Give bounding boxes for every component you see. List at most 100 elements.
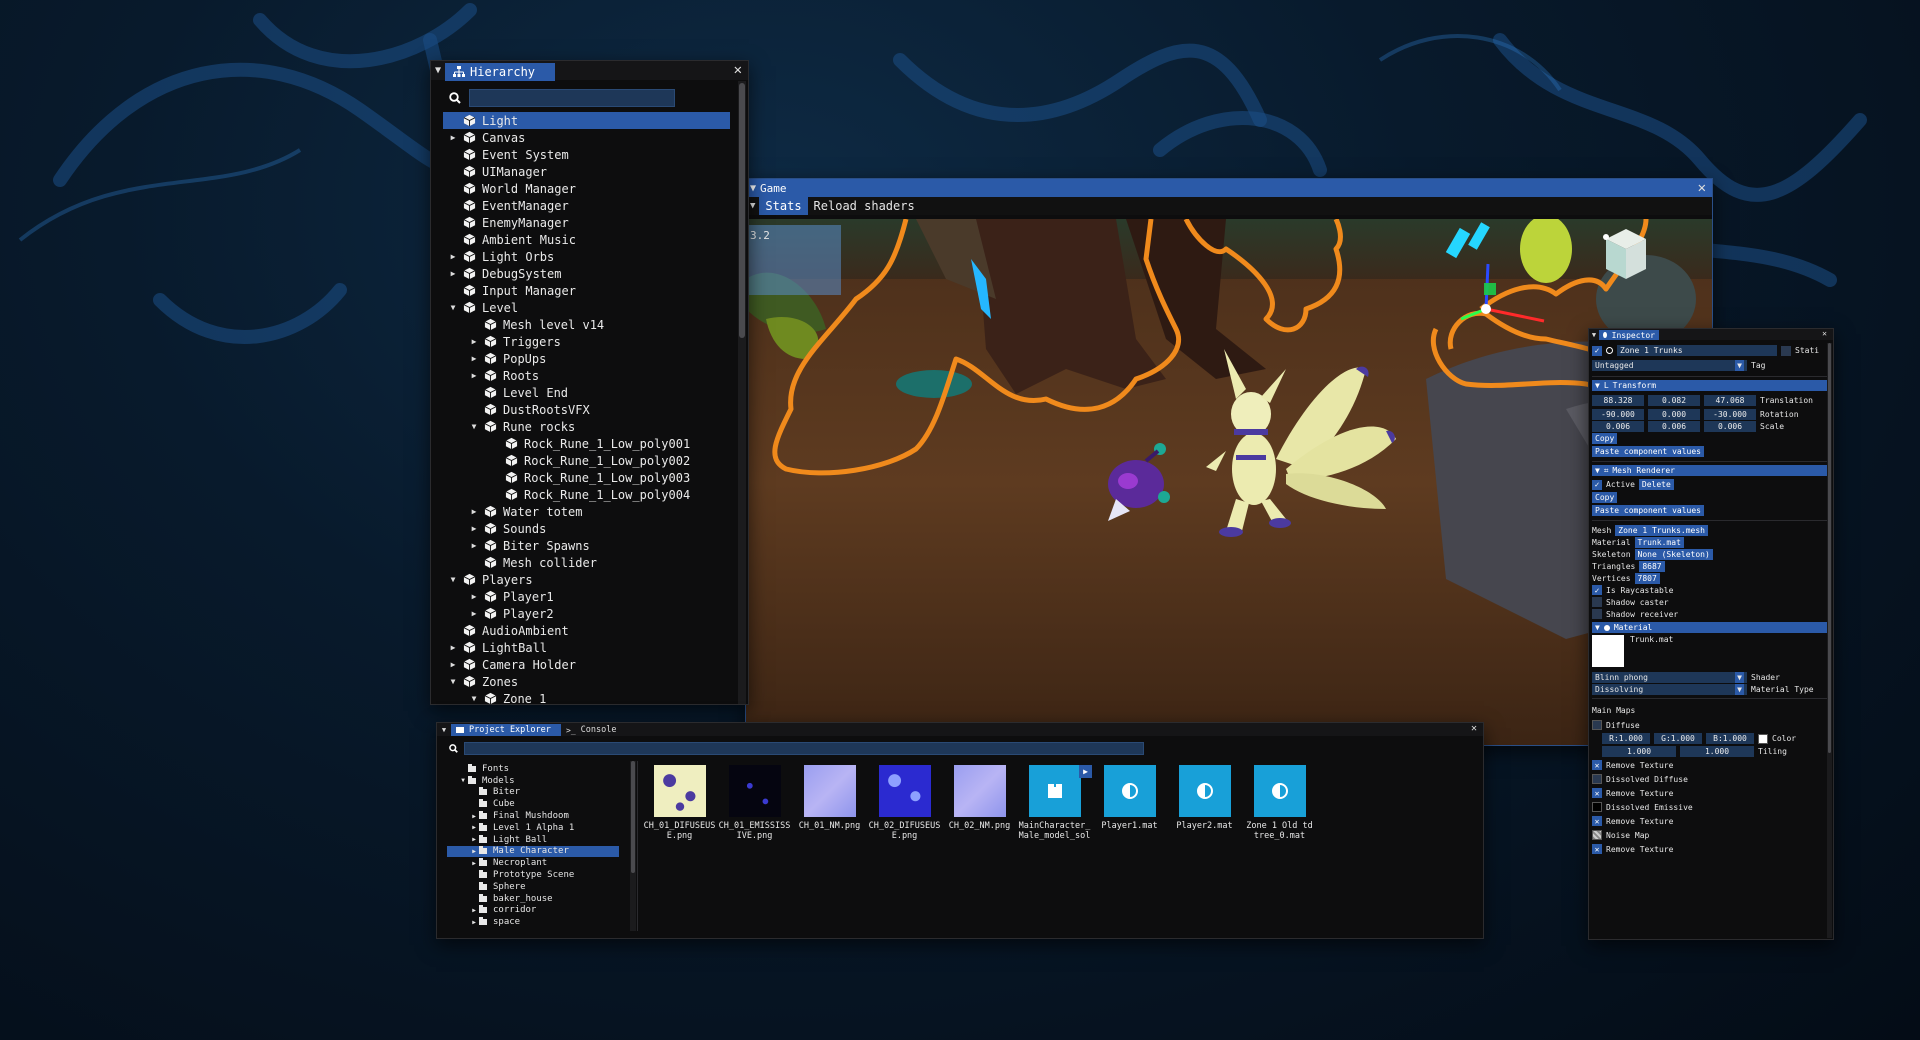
- collapsed-arrow-icon[interactable]: ▶: [468, 371, 480, 380]
- remove-texture-label[interactable]: Remove Texture: [1606, 817, 1673, 826]
- collapsed-arrow-icon[interactable]: ▶: [447, 660, 459, 669]
- hierarchy-item[interactable]: ▶ Water totem: [431, 503, 748, 520]
- expanded-arrow-icon[interactable]: ▼: [468, 694, 480, 703]
- asset-item[interactable]: Player2.mat: [1167, 765, 1242, 841]
- tab-project-explorer[interactable]: Project Explorer: [451, 724, 561, 736]
- hierarchy-item[interactable]: ▶ Biter Spawns: [431, 537, 748, 554]
- hierarchy-item[interactable]: UIManager: [431, 163, 748, 180]
- project-title-bar[interactable]: ▼ Project Explorer >_ Console ✕: [437, 723, 1483, 736]
- hierarchy-item[interactable]: ▶ Canvas: [431, 129, 748, 146]
- collapsed-arrow-icon[interactable]: ▶: [447, 269, 459, 278]
- hierarchy-item[interactable]: ▼ Zones: [431, 673, 748, 690]
- asset-item[interactable]: CH_02_NM.png: [942, 765, 1017, 841]
- remove-texture-icon[interactable]: ✕: [1592, 844, 1602, 854]
- hierarchy-item[interactable]: Mesh collider: [431, 554, 748, 571]
- collapsed-arrow-icon[interactable]: ▶: [469, 907, 479, 914]
- asset-item[interactable]: CH_01_EMISSISSIVE.png: [717, 765, 792, 841]
- hierarchy-item[interactable]: Input Manager: [431, 282, 748, 299]
- scroll-thumb[interactable]: [631, 761, 635, 873]
- tab-inspector[interactable]: Inspector: [1599, 330, 1659, 340]
- hierarchy-item[interactable]: Level End: [431, 384, 748, 401]
- hierarchy-item[interactable]: Mesh level v14: [431, 316, 748, 333]
- mesh-field[interactable]: Zone 1 Trunks.mesh: [1615, 524, 1708, 536]
- delete-button[interactable]: Delete: [1638, 479, 1674, 490]
- asset-item[interactable]: Player1.mat: [1092, 765, 1167, 841]
- collapse-icon[interactable]: ▼: [431, 65, 445, 76]
- mesh-renderer-header[interactable]: ▼ ⌗ Mesh Renderer: [1592, 465, 1830, 476]
- hierarchy-item[interactable]: EnemyManager: [431, 214, 748, 231]
- hierarchy-item[interactable]: DustRootsVFX: [431, 401, 748, 418]
- tiling-x[interactable]: 1.000: [1602, 746, 1676, 757]
- collapsed-arrow-icon[interactable]: ▶: [468, 592, 480, 601]
- asset-item[interactable]: CH_02_DIFUSEUSE.png: [867, 765, 942, 841]
- scale-x[interactable]: 0.006: [1592, 420, 1644, 432]
- hierarchy-item[interactable]: ▶ Player1: [431, 588, 748, 605]
- hierarchy-item[interactable]: Rock_Rune_1_Low_poly003: [431, 469, 748, 486]
- copy-button[interactable]: Copy: [1592, 433, 1618, 444]
- color-g[interactable]: G:1.000: [1654, 733, 1702, 744]
- scroll-thumb[interactable]: [1828, 343, 1831, 753]
- collapsed-arrow-icon[interactable]: ▶: [469, 836, 479, 843]
- hierarchy-title-bar[interactable]: ▼ Hierarchy ✕: [431, 61, 748, 81]
- hierarchy-item[interactable]: World Manager: [431, 180, 748, 197]
- folder-item[interactable]: ▶ Male Character: [447, 845, 619, 858]
- asset-item[interactable]: CH_01_DIFUSEUSE.png: [642, 765, 717, 841]
- remove-texture-label[interactable]: Remove Texture: [1606, 845, 1673, 854]
- hierarchy-item[interactable]: Rock_Rune_1_Low_poly002: [431, 452, 748, 469]
- hierarchy-item[interactable]: ▶ Player2: [431, 605, 748, 622]
- expanded-arrow-icon[interactable]: ▼: [447, 303, 459, 312]
- color-b[interactable]: B:1.000: [1706, 733, 1754, 744]
- collapsed-arrow-icon[interactable]: ▶: [469, 848, 479, 855]
- scale-z[interactable]: 0.006: [1704, 420, 1756, 432]
- rotation-y[interactable]: 0.000: [1648, 408, 1700, 420]
- translation-z[interactable]: 47.068: [1704, 395, 1756, 406]
- diffuse-slot[interactable]: [1592, 720, 1602, 730]
- collapsed-arrow-icon[interactable]: ▶: [447, 643, 459, 652]
- hierarchy-item[interactable]: ▼ Zone 1: [431, 690, 748, 704]
- hierarchy-item[interactable]: Ambient Music: [431, 231, 748, 248]
- play-icon[interactable]: ▶: [1079, 765, 1092, 778]
- remove-texture-label[interactable]: Remove Texture: [1606, 761, 1673, 770]
- hierarchy-item[interactable]: Light: [443, 112, 730, 129]
- hierarchy-item[interactable]: Event System: [431, 146, 748, 163]
- hierarchy-item[interactable]: ▶ DebugSystem: [431, 265, 748, 282]
- hierarchy-item[interactable]: ▼ Players: [431, 571, 748, 588]
- translation-y[interactable]: 0.082: [1648, 395, 1700, 406]
- object-name-field[interactable]: Zone 1 Trunks: [1617, 345, 1777, 356]
- hierarchy-item[interactable]: ▼ Rune rocks: [431, 418, 748, 435]
- collapsed-arrow-icon[interactable]: ▶: [468, 524, 480, 533]
- hierarchy-item[interactable]: AudioAmbient: [431, 622, 748, 639]
- folder-scrollbar[interactable]: [630, 761, 636, 931]
- asset-item[interactable]: CH_01_NM.png: [792, 765, 867, 841]
- close-icon[interactable]: ✕: [1471, 723, 1477, 734]
- tab-console[interactable]: >_ Console: [561, 724, 621, 736]
- collapsed-arrow-icon[interactable]: ▶: [468, 541, 480, 550]
- hierarchy-item[interactable]: Rock_Rune_1_Low_poly001: [431, 435, 748, 452]
- shadow-caster-checkbox[interactable]: [1592, 597, 1602, 607]
- material-field[interactable]: Trunk.mat: [1634, 536, 1684, 548]
- expanded-arrow-icon[interactable]: ▼: [447, 575, 459, 584]
- hierarchy-item[interactable]: ▼ Level: [431, 299, 748, 316]
- tiling-y[interactable]: 1.000: [1680, 746, 1754, 757]
- close-icon[interactable]: ✕: [1822, 329, 1827, 338]
- remove-texture-icon[interactable]: ✕: [1592, 816, 1602, 826]
- paste-component-button[interactable]: Paste component values: [1592, 505, 1704, 516]
- game-viewport[interactable]: [746, 219, 1713, 746]
- close-icon[interactable]: ✕: [734, 62, 742, 78]
- dissolved-emissive-slot[interactable]: [1592, 802, 1602, 812]
- static-checkbox[interactable]: [1781, 345, 1791, 356]
- hierarchy-item[interactable]: ▶ Light Orbs: [431, 248, 748, 265]
- asset-item[interactable]: ▶ MainCharacter_Male_model_sol: [1017, 765, 1092, 841]
- search-input[interactable]: [469, 89, 675, 107]
- hierarchy-item[interactable]: ▶ Roots: [431, 367, 748, 384]
- copy-button[interactable]: Copy: [1592, 492, 1618, 503]
- asset-item[interactable]: Zone 1 Old td tree_0.mat: [1242, 765, 1317, 841]
- hierarchy-item[interactable]: Rock_Rune_1_Low_poly004: [431, 486, 748, 503]
- mesh-active-checkbox[interactable]: ✓: [1592, 479, 1602, 490]
- raycastable-checkbox[interactable]: ✓: [1592, 585, 1602, 595]
- collapsed-arrow-icon[interactable]: ▶: [468, 337, 480, 346]
- collapsed-arrow-icon[interactable]: ▶: [447, 133, 459, 142]
- rotation-x[interactable]: -90.000: [1592, 408, 1644, 420]
- shadow-receiver-checkbox[interactable]: [1592, 609, 1602, 619]
- remove-texture-icon[interactable]: ✕: [1592, 760, 1602, 770]
